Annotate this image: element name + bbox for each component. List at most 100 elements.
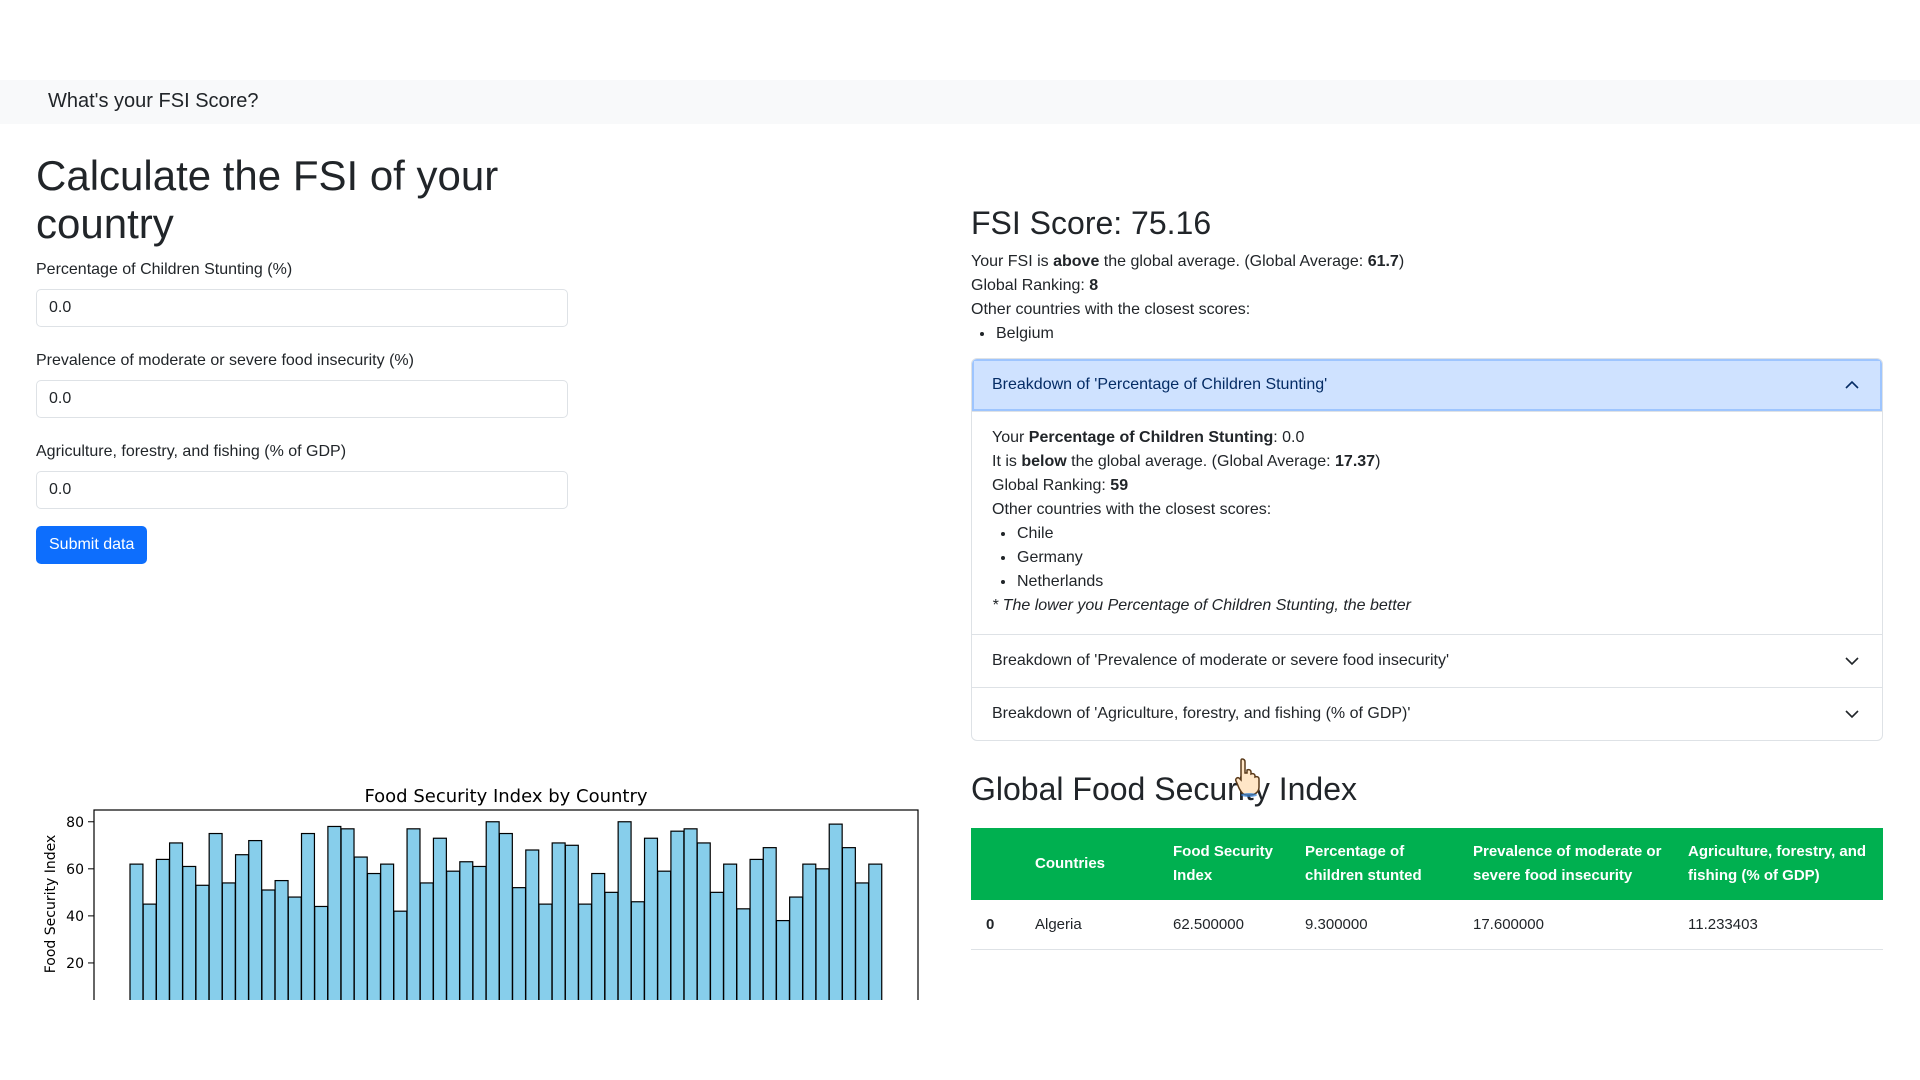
- submit-button[interactable]: Submit data: [36, 525, 148, 564]
- breakdown-ranking-value: 59: [1110, 477, 1129, 494]
- food-insecurity-label: Prevalence of moderate or severe food in…: [36, 351, 414, 369]
- navbar-brand[interactable]: What's your FSI Score?: [48, 90, 259, 113]
- fsi-average-suffix: ): [1398, 253, 1405, 270]
- chart-bar: [775, 919, 790, 1000]
- chart-bar: [762, 847, 777, 1000]
- chart-bar: [155, 858, 170, 1000]
- chart-bar: [168, 842, 184, 1000]
- table-cell-country: Algeria: [1025, 900, 1163, 950]
- calculator-form: Calculate the FSI of your country Percen…: [36, 152, 596, 564]
- chart-bar: [274, 879, 289, 1000]
- breakdown-accordion: Breakdown of 'Percentage of Children Stu…: [971, 358, 1883, 741]
- global-fsi-title: Global Food Security Index: [971, 771, 1357, 807]
- table-cell-index: 0: [971, 900, 1025, 950]
- accordion-item-stunting: Breakdown of 'Percentage of Children Stu…: [972, 359, 1882, 634]
- accordion-header-stunting[interactable]: Breakdown of 'Percentage of Children Stu…: [972, 359, 1882, 411]
- fsi-ranking-value: 8: [1089, 277, 1099, 294]
- chart-bar: [182, 865, 197, 1000]
- hand-pointer-icon: [1235, 758, 1260, 797]
- chart-bar: [696, 842, 711, 1000]
- chart-bar: [221, 882, 236, 1000]
- breakdown-rel-middle: the global average. (Global Average:: [1066, 453, 1336, 470]
- accordion-title-stunting: Breakdown of 'Percentage of Children Stu…: [992, 376, 1328, 393]
- breakdown-average-line: It is below the global average. (Global …: [992, 450, 1862, 474]
- stunting-label: Percentage of Children Stunting (%): [36, 260, 293, 278]
- fsi-average-prefix: Your FSI is: [971, 253, 1054, 270]
- chevron-down-icon: [1845, 710, 1859, 719]
- table-header-row: Countries Food Security Index Percentage…: [971, 828, 1883, 900]
- breakdown-your-prefix: Your: [992, 429, 1029, 446]
- chart-bar: [802, 863, 817, 1000]
- chart-bar: [855, 882, 870, 1000]
- global-fsi-table: Countries Food Security Index Percentage…: [971, 828, 1883, 950]
- chevron-down-icon: [1845, 657, 1859, 666]
- chart-bar: [393, 910, 408, 1000]
- chart-bar: [709, 891, 725, 1000]
- chart-bar: [617, 821, 632, 1000]
- fsi-global-average: 61.7: [1367, 253, 1399, 270]
- chart-bar: [643, 837, 659, 1000]
- food-insecurity-field-group: Prevalence of moderate or severe food in…: [36, 352, 596, 418]
- chart-bar: [789, 896, 804, 1000]
- y-tick-label-20: 20: [66, 956, 84, 972]
- chart-bar: [604, 891, 619, 1000]
- chart-bar: [314, 905, 329, 1000]
- agriculture-input[interactable]: [36, 470, 568, 509]
- table-row: 0 Algeria 62.500000 9.300000 17.600000 1…: [971, 900, 1883, 950]
- navbar: What's your FSI Score?: [0, 80, 1920, 124]
- breakdown-note: * The lower you Percentage of Children S…: [992, 597, 1411, 614]
- stunting-input[interactable]: [36, 288, 568, 327]
- chart-bar: [195, 884, 210, 1000]
- chart-bar: [472, 865, 487, 1000]
- chevron-up-icon: [1845, 380, 1859, 389]
- chart-bar: [327, 825, 342, 1000]
- food-insecurity-input[interactable]: [36, 379, 568, 418]
- results-panel: FSI Score: 75.16 Your FSI is above the g…: [971, 205, 1883, 950]
- breakdown-your-value: 0.0: [1282, 429, 1305, 446]
- chart-y-ticks: 80 60 40 20: [66, 815, 94, 972]
- breakdown-your-value-line: Your Percentage of Children Stunting: 0.…: [992, 426, 1862, 450]
- fsi-ranking-label: Global Ranking:: [971, 277, 1090, 294]
- chart-bar: [366, 872, 382, 1000]
- page-title: Calculate the FSI of your country: [36, 152, 499, 248]
- y-tick-label-40: 40: [66, 909, 84, 925]
- chart-bar: [142, 903, 157, 1000]
- breakdown-ranking-label: Global Ranking:: [992, 477, 1111, 494]
- breakdown-closest-label: Other countries with the closest scores:: [992, 501, 1272, 518]
- table-header-countries[interactable]: Countries: [1025, 828, 1163, 900]
- chart-bar: [630, 901, 645, 1000]
- chart-bar: [538, 903, 553, 1000]
- table-header-stunted[interactable]: Percentage of children stunted: [1295, 828, 1463, 900]
- chart-bar: [432, 837, 447, 1000]
- accordion-title-agriculture: Breakdown of 'Agriculture, forestry, and…: [992, 705, 1411, 722]
- chart-bar: [736, 908, 751, 1000]
- accordion-header-agriculture[interactable]: Breakdown of 'Agriculture, forestry, and…: [972, 688, 1882, 740]
- chart-bar: [353, 856, 368, 1000]
- chart-bar: [129, 863, 144, 1000]
- chart-bar: [841, 847, 856, 1000]
- accordion-item-agriculture: Breakdown of 'Agriculture, forestry, and…: [972, 687, 1882, 740]
- accordion-header-food-insecurity[interactable]: Breakdown of 'Prevalence of moderate or …: [972, 635, 1882, 687]
- chart-bar: [723, 863, 738, 1000]
- chart-bar: [261, 889, 276, 1000]
- breakdown-metric-name: Percentage of Children Stunting: [1028, 429, 1274, 446]
- table-header-agriculture[interactable]: Agriculture, forestry, and fishing (% of…: [1678, 828, 1883, 900]
- y-tick-label-60: 60: [66, 862, 84, 878]
- table-cell-food-insecurity: 17.600000: [1463, 900, 1678, 950]
- table-header-fsi[interactable]: Food Security Index: [1163, 828, 1295, 900]
- list-item: Chile: [1016, 522, 1862, 546]
- chart-y-axis-label: Food Security Index: [43, 835, 59, 974]
- accordion-item-food-insecurity: Breakdown of 'Prevalence of moderate or …: [972, 634, 1882, 687]
- y-tick-label-80: 80: [66, 815, 84, 831]
- fsi-bar-chart: Food Security Index by Country Food Secu…: [36, 780, 936, 1000]
- chart-bar: [287, 896, 302, 1000]
- chart-bar: [525, 849, 540, 1000]
- chart-bar: [551, 842, 566, 1000]
- chart-bar: [828, 823, 843, 1000]
- breakdown-global-average: 17.37: [1335, 453, 1376, 470]
- breakdown-ranking-line: Global Ranking: 59: [992, 474, 1862, 498]
- chart-bar: [446, 870, 461, 1000]
- table-header-food-insecurity[interactable]: Prevalence of moderate or severe food in…: [1463, 828, 1678, 900]
- table-header-index[interactable]: [971, 828, 1025, 900]
- chart-bar: [459, 861, 474, 1000]
